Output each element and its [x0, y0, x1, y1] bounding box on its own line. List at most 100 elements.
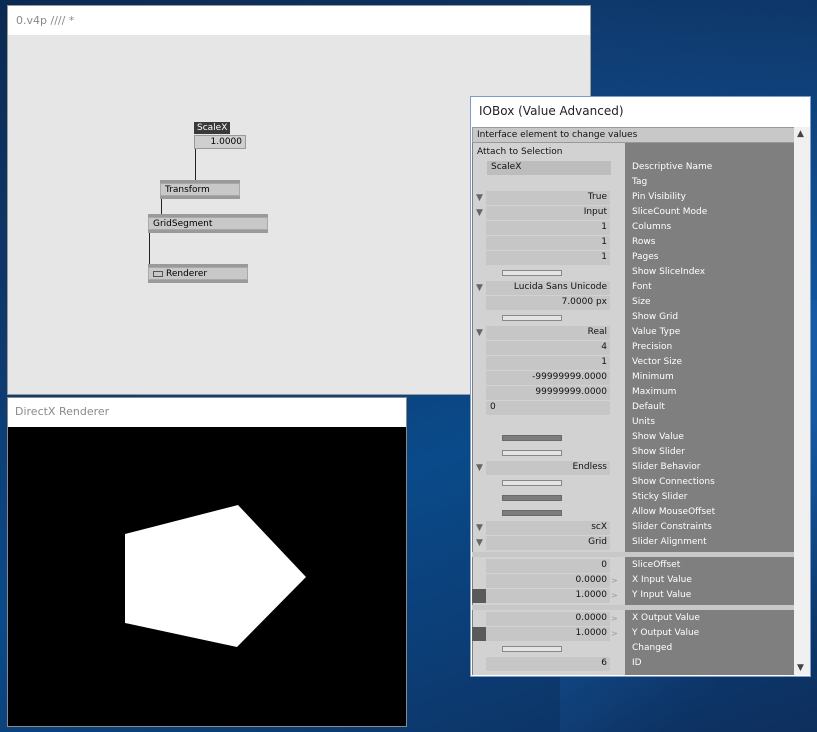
- toggle-switch[interactable]: [502, 510, 562, 516]
- property-label: Vector Size: [632, 357, 683, 367]
- property-label: Maximum: [632, 387, 677, 397]
- value-field[interactable]: 99999999.0000: [486, 386, 610, 400]
- value-field[interactable]: Lucida Sans Unicode: [486, 281, 610, 295]
- renderer-node-icon: [153, 270, 163, 277]
- chevron-right-icon[interactable]: >: [611, 629, 618, 638]
- value-field[interactable]: 0.0000: [486, 574, 610, 588]
- toggle-switch[interactable]: [502, 315, 562, 321]
- inspector-row: 1.0000 > Y Output Value: [472, 627, 795, 642]
- property-label: Pin Visibility: [632, 192, 687, 202]
- inspector-row: 0 SliceOffset: [472, 559, 795, 574]
- node-output-pins: [148, 280, 248, 283]
- dropdown-triangle-icon[interactable]: ▼: [476, 328, 483, 338]
- property-label: Show Connections: [632, 477, 715, 487]
- value-field[interactable]: Grid: [486, 536, 610, 550]
- toggle-switch[interactable]: [502, 450, 562, 456]
- value-field[interactable]: 0: [486, 559, 610, 573]
- renderer-window[interactable]: DirectX Renderer: [7, 397, 407, 727]
- inspector-row: 1 Columns: [472, 221, 795, 236]
- property-label: Font: [632, 282, 652, 292]
- value-field[interactable]: scX: [486, 521, 610, 535]
- inspector-row: 4 Precision: [472, 341, 795, 356]
- dropdown-triangle-icon[interactable]: ▼: [476, 208, 483, 218]
- inspector-row: Lucida Sans Unicode ▼ Font: [472, 281, 795, 296]
- transform-node[interactable]: Transform: [160, 183, 240, 196]
- value-field[interactable]: -99999999.0000: [486, 371, 610, 385]
- dropdown-triangle-icon[interactable]: ▼: [476, 523, 483, 533]
- dropdown-triangle-icon[interactable]: ▼: [476, 283, 483, 293]
- patch-window-title: 0.v4p //// *: [8, 6, 590, 35]
- value-swatch: [472, 627, 486, 641]
- value-field[interactable]: 1.0000: [486, 627, 610, 641]
- toggle-switch[interactable]: [502, 435, 562, 441]
- value-field[interactable]: Endless: [486, 461, 610, 475]
- property-label: Tag: [632, 177, 648, 187]
- property-label: Rows: [632, 237, 656, 247]
- scalex-iobox-label[interactable]: ScaleX: [194, 122, 231, 134]
- value-field[interactable]: 1: [486, 356, 610, 370]
- inspector-row: Show Grid: [472, 311, 795, 326]
- attach-to-selection-toggle[interactable]: Attach to Selection: [477, 147, 562, 157]
- toggle-switch[interactable]: [502, 646, 562, 652]
- node-description: Interface element to change values: [472, 127, 795, 143]
- inspector-row: Sticky Slider: [472, 491, 795, 506]
- value-field[interactable]: 1: [486, 251, 610, 265]
- gridsegment-node[interactable]: GridSegment: [148, 217, 268, 230]
- inspector-row: 99999999.0000 Maximum: [472, 386, 795, 401]
- dropdown-triangle-icon[interactable]: ▼: [476, 193, 483, 203]
- renderer-node-label: Renderer: [166, 269, 208, 279]
- inspector-row: Units: [472, 416, 795, 431]
- inspector-row: True ▼ Pin Visibility: [472, 191, 795, 206]
- inspector-row: 0.0000 > X Output Value: [472, 612, 795, 627]
- scalex-iobox-value[interactable]: 1.0000: [194, 135, 246, 149]
- inspector-row: Changed: [472, 642, 795, 657]
- value-field[interactable]: 7.0000 px: [486, 296, 610, 310]
- value-field[interactable]: 4: [486, 341, 610, 355]
- inspector-scrollbar[interactable]: ▲ ▼: [794, 127, 810, 675]
- property-label: Columns: [632, 222, 672, 232]
- dropdown-triangle-icon[interactable]: ▼: [476, 538, 483, 548]
- property-label: Descriptive Name: [632, 162, 713, 172]
- value-field[interactable]: 1: [486, 236, 610, 250]
- renderer-node[interactable]: Renderer: [148, 267, 248, 280]
- link-wire: [149, 233, 150, 266]
- value-field[interactable]: 1: [486, 221, 610, 235]
- gridsegment-node-label: GridSegment: [153, 219, 213, 229]
- inspector-row: 1.0000 > Y Input Value: [472, 589, 795, 604]
- inspector-row: Endless ▼ Slider Behavior: [472, 461, 795, 476]
- iobox-inspector-window[interactable]: IOBox (Value Advanced) Interface element…: [470, 96, 811, 677]
- value-field[interactable]: Real: [486, 326, 610, 340]
- inspector-row: Allow MouseOffset: [472, 506, 795, 521]
- inspector-row: 7.0000 px Size: [472, 296, 795, 311]
- property-label: Show SliceIndex: [632, 267, 706, 277]
- chevron-right-icon[interactable]: >: [611, 576, 618, 585]
- chevron-right-icon[interactable]: >: [611, 591, 618, 600]
- scroll-up-icon[interactable]: ▲: [797, 129, 804, 139]
- inspector-row: Descriptive Name: [472, 161, 795, 176]
- chevron-right-icon[interactable]: >: [611, 614, 618, 623]
- scroll-down-icon[interactable]: ▼: [797, 663, 804, 673]
- inspector-row: Real ▼ Value Type: [472, 326, 795, 341]
- property-label: Slider Behavior: [632, 462, 701, 472]
- property-label: Pages: [632, 252, 659, 262]
- property-label: Units: [632, 417, 656, 427]
- dropdown-triangle-icon[interactable]: ▼: [476, 463, 483, 473]
- inspector-row: 0 Default: [472, 401, 795, 416]
- link-wire: [195, 149, 196, 182]
- inspector-row: Show SliceIndex: [472, 266, 795, 281]
- value-field[interactable]: True: [486, 191, 610, 205]
- value-field[interactable]: 0.0000: [486, 612, 610, 626]
- inspector-row: 1 Rows: [472, 236, 795, 251]
- value-field[interactable]: 6: [486, 657, 610, 671]
- value-field[interactable]: 0: [486, 401, 610, 415]
- toggle-switch[interactable]: [502, 270, 562, 276]
- toggle-switch[interactable]: [502, 480, 562, 486]
- section-divider: [472, 552, 795, 557]
- property-label: Precision: [632, 342, 673, 352]
- property-label: ID: [632, 658, 642, 668]
- value-field[interactable]: 1.0000: [486, 589, 610, 603]
- property-label: Show Value: [632, 432, 684, 442]
- inspector-row: Show Connections: [472, 476, 795, 491]
- value-field[interactable]: Input: [486, 206, 610, 220]
- toggle-switch[interactable]: [502, 495, 562, 501]
